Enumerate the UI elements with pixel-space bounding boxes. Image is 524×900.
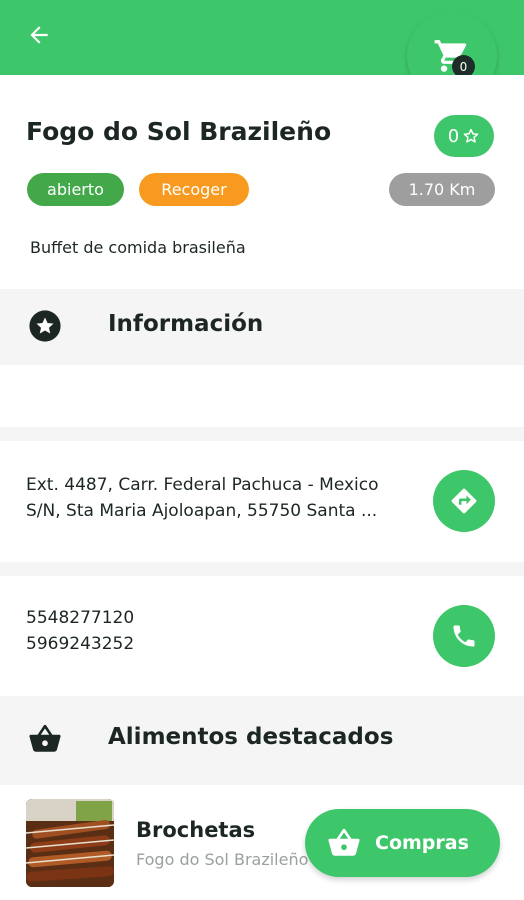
phone-number-1: 5548277120 [26, 608, 135, 628]
compras-button[interactable]: Compras [305, 809, 500, 877]
product-name: Brochetas [136, 818, 256, 842]
phone-numbers: 5548277120 5969243252 [26, 605, 134, 657]
info-empty-row [0, 365, 524, 427]
info-section-header: Información [0, 289, 524, 365]
address-line-2: S/N, Sta Maria Ajoloapan, 55750 Santa ..… [26, 501, 378, 521]
phone-number-2: 5969243252 [26, 634, 135, 654]
address-line-1: Ext. 4487, Carr. Federal Pachuca - Mexic… [26, 475, 379, 495]
directions-button[interactable] [433, 470, 495, 532]
product-image[interactable] [26, 799, 114, 887]
star-outline-icon [463, 128, 479, 143]
phone-icon [453, 625, 475, 647]
featured-section-title: Alimentos destacados [108, 724, 394, 750]
call-button[interactable] [433, 605, 495, 667]
compras-label: Compras [375, 832, 469, 854]
restaurant-name: Fogo do Sol Brazileño [26, 117, 332, 146]
pickup-badge: Recoger [139, 173, 249, 206]
address-text: Ext. 4487, Carr. Federal Pachuca - Mexic… [26, 472, 426, 524]
rating-button[interactable]: 0 [434, 115, 494, 157]
featured-section-header: Alimentos destacados [0, 702, 524, 778]
status-badge-open: abierto [27, 173, 124, 206]
directions-icon [451, 488, 477, 514]
back-button[interactable] [22, 18, 56, 52]
basket-icon [328, 828, 360, 856]
info-section-title: Información [108, 311, 264, 337]
back-arrow-icon [30, 26, 48, 44]
restaurant-description: Buffet de comida brasileña [30, 238, 246, 257]
product-restaurant: Fogo do Sol Brazileño [136, 850, 309, 869]
distance-badge: 1.70 Km [389, 173, 495, 206]
basket-icon [28, 722, 62, 756]
rating-value: 0 [447, 125, 460, 147]
star-icon [28, 309, 62, 343]
